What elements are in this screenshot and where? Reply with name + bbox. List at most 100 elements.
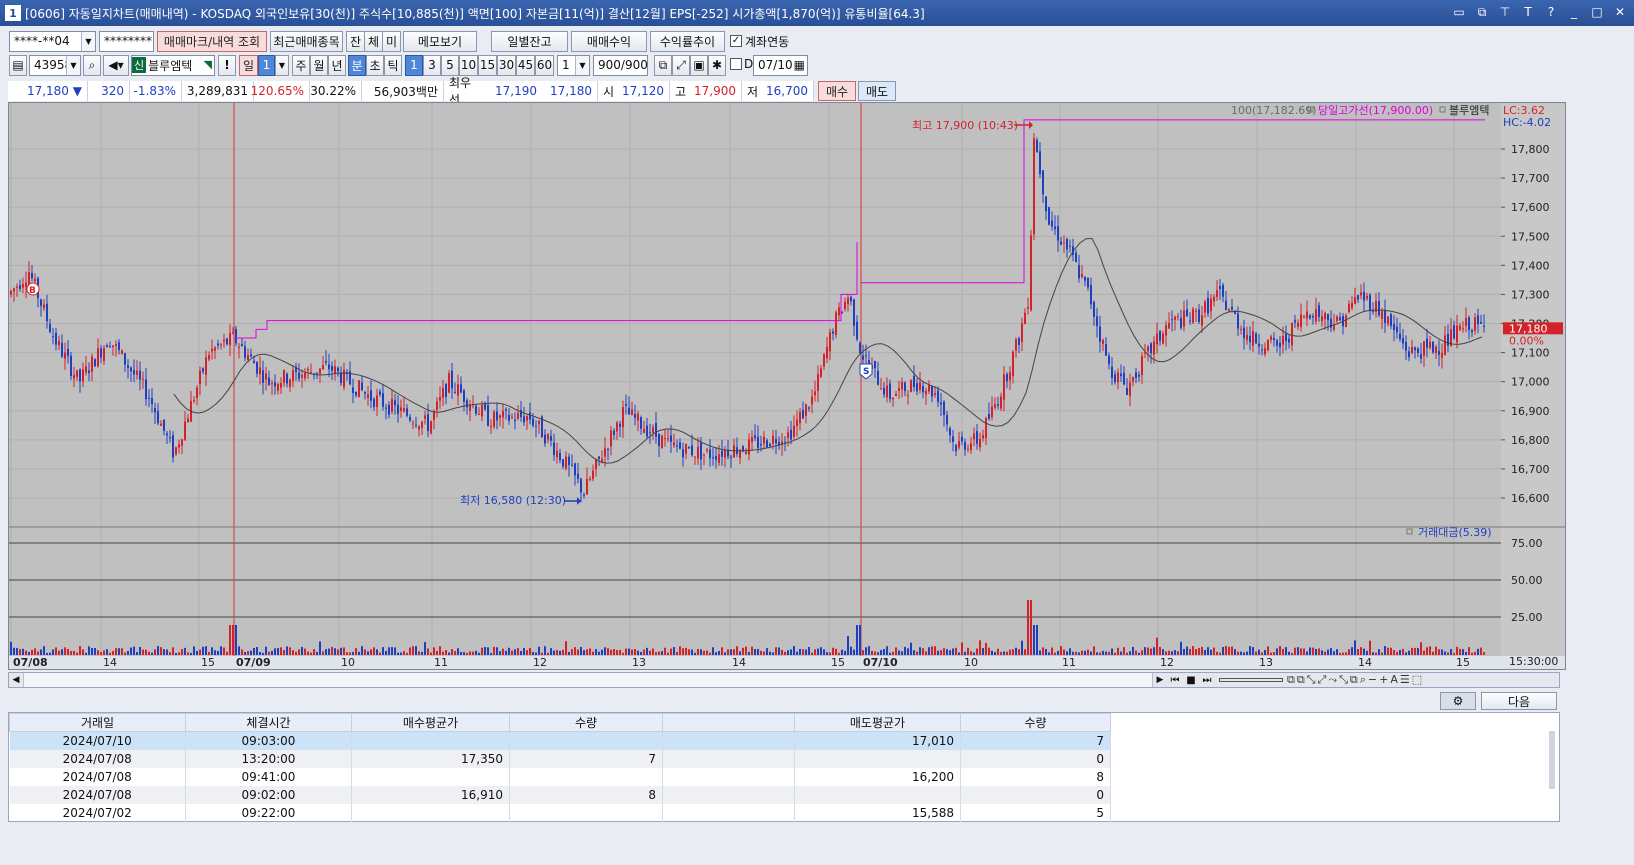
memo-button[interactable]: 메모보기 bbox=[403, 30, 477, 52]
candle-body bbox=[844, 301, 846, 310]
save-icon[interactable]: ▣ bbox=[690, 54, 708, 76]
period-tick[interactable]: 틱 bbox=[384, 54, 402, 76]
gear-icon[interactable]: ✱ bbox=[708, 54, 726, 76]
chart-canvas[interactable]: B S 17,800 17,700 17,600 17,500 17,400 17,300 1… bbox=[9, 103, 1565, 669]
volume-bar bbox=[727, 649, 729, 655]
d-checkbox[interactable] bbox=[730, 58, 742, 70]
count-field[interactable]: 900/900 bbox=[593, 54, 648, 76]
drawing-tools-icon[interactable]: ⧉⧉⤡⤢⤳⤡⧉⌕−+A☰⬚ bbox=[1287, 673, 1424, 687]
gear-icon[interactable]: ⚙ bbox=[1440, 692, 1476, 710]
chevron-down-icon[interactable]: ▼ bbox=[575, 55, 589, 75]
minimize-icon[interactable]: _ bbox=[1566, 4, 1582, 20]
volume-bar bbox=[685, 647, 687, 655]
period-month[interactable]: 월 bbox=[310, 54, 328, 76]
candle-body bbox=[1216, 290, 1218, 297]
table-row[interactable]: 2024/07/02 09:22:00 15,588 5 bbox=[9, 803, 1111, 822]
table-row[interactable]: 2024/07/08 09:02:00 16,910 8 0 bbox=[9, 785, 1111, 804]
password-field[interactable]: ******** bbox=[99, 30, 154, 52]
candle-body bbox=[742, 446, 744, 451]
trend-tool-icon[interactable]: ⤢ bbox=[672, 54, 690, 76]
trade-profit-button[interactable]: 매매수익 bbox=[571, 30, 647, 52]
column-header[interactable]: 수량 bbox=[509, 713, 663, 732]
stock-chart[interactable]: B S 17,800 17,700 17,600 17,500 17,400 17,300 1… bbox=[8, 102, 1566, 670]
candle-body bbox=[430, 421, 432, 434]
table-scrollbar[interactable] bbox=[1549, 731, 1555, 789]
account-select[interactable]: ****-**04 ▼ bbox=[9, 30, 96, 52]
column-header[interactable]: 수량 bbox=[960, 713, 1111, 732]
table-row[interactable]: 2024/07/08 13:20:00 17,350 7 0 bbox=[9, 749, 1111, 768]
candle-body bbox=[1222, 284, 1224, 297]
checkbox-checked-icon[interactable]: ✓ bbox=[730, 35, 742, 47]
minute-60[interactable]: 60 bbox=[535, 54, 554, 76]
minute-45[interactable]: 45 bbox=[516, 54, 535, 76]
column-header[interactable]: 체결시간 bbox=[185, 713, 352, 732]
cascade-icon[interactable]: ⧉ bbox=[1474, 4, 1490, 20]
candle-body bbox=[1180, 317, 1182, 328]
column-header[interactable]: 매도평균가 bbox=[794, 713, 961, 732]
daily-balance-button[interactable]: 일별잔고 bbox=[491, 30, 568, 52]
stock-name-field[interactable]: 신 블루엠텍 ◥ bbox=[131, 54, 215, 76]
search-icon[interactable]: ⌕ bbox=[83, 54, 101, 76]
date-field[interactable]: 07/10 ▦ bbox=[753, 54, 808, 76]
font-icon[interactable]: T bbox=[1520, 4, 1536, 20]
period-minute[interactable]: 분 bbox=[348, 54, 366, 76]
chart-scrollbar[interactable]: ◀ ▶ ⏮ ■ ⏭ ⧉⧉⤡⤢⤳⤡⧉⌕−+A☰⬚ bbox=[8, 672, 1560, 688]
candle-body bbox=[1294, 320, 1296, 323]
chevron-down-icon[interactable]: ▼ bbox=[66, 55, 80, 75]
candle-body bbox=[799, 412, 801, 424]
return-trend-button[interactable]: 수익률추이 bbox=[650, 30, 725, 52]
minute-1[interactable]: 1 bbox=[405, 54, 423, 76]
minute-5[interactable]: 5 bbox=[441, 54, 459, 76]
period-second[interactable]: 초 bbox=[366, 54, 384, 76]
period-day[interactable]: 일 bbox=[239, 54, 258, 76]
scroll-right-icon[interactable]: ▶ bbox=[1153, 675, 1167, 685]
layout-icon[interactable]: ▤ bbox=[9, 54, 27, 76]
minute-3[interactable]: 3 bbox=[423, 54, 441, 76]
balance-button[interactable]: 잔 bbox=[346, 30, 365, 52]
maximize-icon[interactable]: □ bbox=[1589, 4, 1605, 20]
chevron-down-icon[interactable]: ▼ bbox=[81, 31, 95, 51]
table-row[interactable]: 2024/07/08 09:41:00 16,200 8 bbox=[9, 767, 1111, 786]
column-header[interactable]: 매수평균가 bbox=[351, 713, 510, 732]
chart-tool-icon[interactable]: ⧉ bbox=[654, 54, 672, 76]
candle-body bbox=[244, 346, 246, 358]
next-button[interactable]: 다음 bbox=[1481, 692, 1557, 710]
minute-15[interactable]: 15 bbox=[478, 54, 497, 76]
close-icon[interactable]: ✕ bbox=[1612, 4, 1628, 20]
restore-tile-icon[interactable]: ▭ bbox=[1451, 4, 1467, 20]
scroll-track[interactable] bbox=[23, 673, 1153, 687]
column-header[interactable] bbox=[662, 713, 795, 732]
speaker-icon[interactable]: ◀▾ bbox=[103, 54, 129, 76]
alert-icon[interactable]: ! bbox=[218, 54, 236, 76]
zoom-slider[interactable] bbox=[1219, 678, 1283, 682]
scroll-left-icon[interactable]: ◀ bbox=[9, 675, 23, 685]
recent-trades-button[interactable]: 최근매매종목 bbox=[270, 30, 343, 52]
chevron-down-icon[interactable]: ▼ bbox=[275, 54, 289, 76]
unfilled-button[interactable]: 미 bbox=[382, 30, 401, 52]
candle-body bbox=[856, 321, 858, 340]
period-year[interactable]: 년 bbox=[328, 54, 346, 76]
stop-icon[interactable]: ■ bbox=[1183, 675, 1199, 686]
volume-bar bbox=[1192, 646, 1194, 655]
first-icon[interactable]: ⏮ bbox=[1167, 675, 1183, 686]
period-week[interactable]: 주 bbox=[292, 54, 310, 76]
interval-select[interactable]: 1 ▼ bbox=[557, 54, 590, 76]
volume-bar bbox=[1435, 646, 1437, 655]
period-day-count[interactable]: 1 bbox=[258, 54, 275, 76]
trade-mark-button[interactable]: 매매마크/내역 조회 bbox=[157, 30, 267, 52]
volume-bar bbox=[964, 651, 966, 655]
sell-button[interactable]: 매도 bbox=[858, 81, 896, 101]
help-icon[interactable]: ? bbox=[1543, 4, 1559, 20]
minute-10[interactable]: 10 bbox=[459, 54, 478, 76]
pin-icon[interactable]: ⊤ bbox=[1497, 4, 1513, 20]
last-icon[interactable]: ⏭ bbox=[1199, 675, 1215, 686]
executed-button[interactable]: 체 bbox=[364, 30, 383, 52]
column-header[interactable]: 거래일 bbox=[9, 713, 186, 732]
calendar-icon[interactable]: ▦ bbox=[794, 58, 805, 72]
volume-bar bbox=[1165, 651, 1167, 655]
buy-button[interactable]: 매수 bbox=[818, 81, 856, 101]
stock-code-input[interactable]: 439580 ▼ bbox=[29, 54, 81, 76]
table-row[interactable]: 2024/07/10 09:03:00 17,010 7 bbox=[9, 731, 1111, 750]
account-link-checkbox[interactable]: ✓ 계좌연동 bbox=[730, 33, 789, 50]
minute-30[interactable]: 30 bbox=[497, 54, 516, 76]
